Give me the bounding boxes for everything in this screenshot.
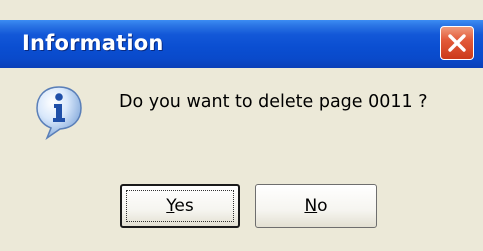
close-button[interactable] bbox=[440, 26, 474, 60]
yes-button-label: Yes bbox=[166, 196, 193, 216]
focus-rectangle: Yes bbox=[126, 190, 234, 222]
dialog-message: Do you want to delete page 0011 ? bbox=[119, 92, 428, 112]
no-button-label: No bbox=[304, 196, 327, 216]
no-button-content: No bbox=[261, 190, 371, 222]
yes-button[interactable]: Yes bbox=[120, 184, 240, 228]
no-label-rest: o bbox=[317, 196, 328, 216]
dialog-body: Do you want to delete page 0011 ? Yes No bbox=[0, 68, 483, 251]
no-mnemonic: N bbox=[304, 196, 318, 216]
information-icon bbox=[36, 86, 82, 140]
window-title: Information bbox=[22, 31, 164, 55]
yes-label-rest: es bbox=[174, 196, 194, 216]
message-dialog: Information Do you want to delete page 0… bbox=[0, 0, 483, 251]
no-button[interactable]: No bbox=[255, 184, 377, 228]
close-icon bbox=[448, 34, 466, 52]
title-bar[interactable]: Information bbox=[0, 20, 483, 68]
